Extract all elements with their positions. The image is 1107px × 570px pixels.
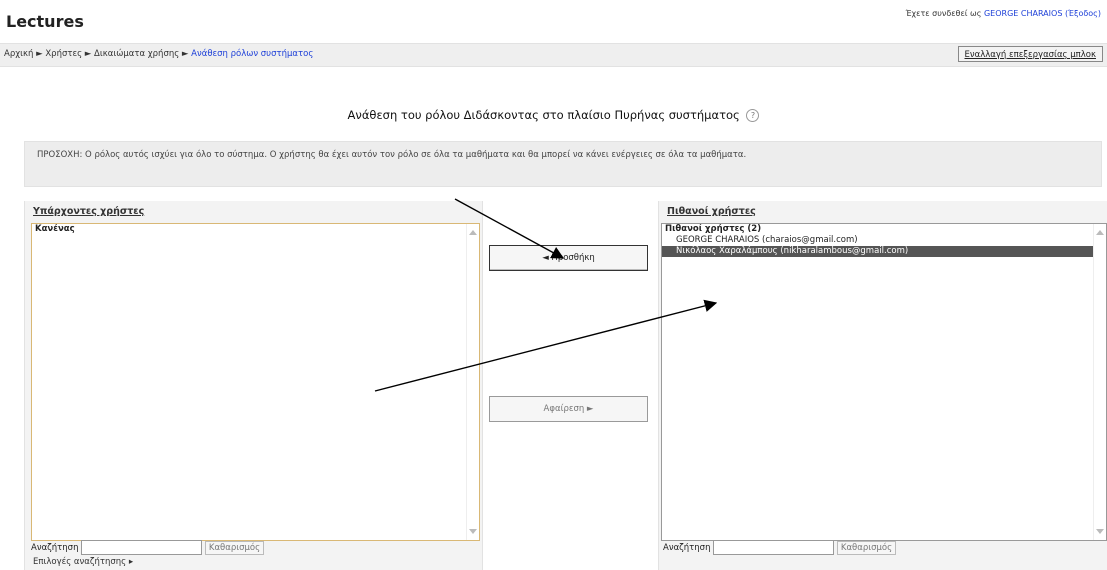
annotation-arrow-add (454, 198, 565, 259)
annotation-arrows (374, 198, 718, 392)
annotation-arrow-select (374, 299, 718, 392)
